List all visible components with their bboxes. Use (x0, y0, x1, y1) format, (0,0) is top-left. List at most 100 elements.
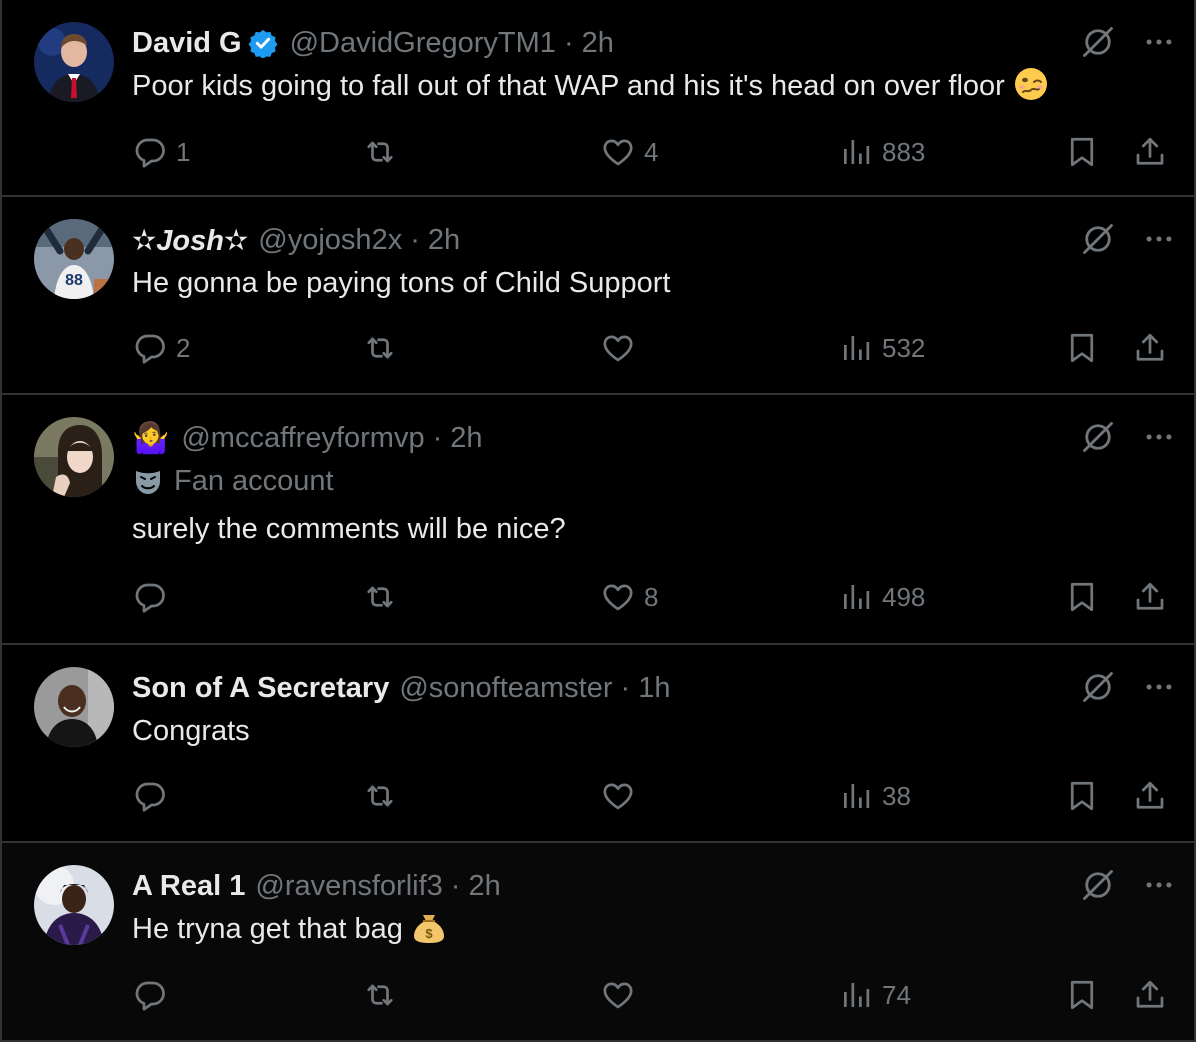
retweet-icon (362, 330, 398, 366)
like-button[interactable]: 4 (600, 130, 658, 174)
handle[interactable]: @ravensforlif3 (255, 870, 442, 903)
more-options-icon[interactable] (1142, 868, 1176, 902)
like-button[interactable]: 8 (600, 575, 658, 619)
bookmark-icon (1064, 977, 1100, 1013)
views-chart-icon (838, 977, 874, 1013)
like-button[interactable] (600, 774, 644, 818)
retweet-icon (362, 778, 398, 814)
handle[interactable]: @mccaffreyformvp (181, 422, 424, 455)
heart-icon (600, 778, 636, 814)
timestamp[interactable]: 2h (582, 27, 614, 60)
tweet-top-icons (1080, 24, 1176, 60)
tweet[interactable]: 88 ✫Josh✫ @yojosh2x · 2h He gonna be pay… (2, 197, 1194, 395)
avatar[interactable] (34, 667, 114, 747)
tweet[interactable]: David G @DavidGregoryTM1 · 2h Poor kids … (2, 0, 1194, 197)
reply-count: 2 (176, 332, 191, 363)
bookmark-button[interactable] (1064, 575, 1100, 619)
retweet-button[interactable] (362, 130, 406, 174)
like-button[interactable] (600, 973, 644, 1017)
share-button[interactable] (1132, 326, 1168, 370)
reply-button[interactable] (132, 575, 176, 619)
avatar[interactable] (34, 865, 114, 945)
grok-icon[interactable] (1080, 669, 1116, 705)
tweet-top-icons (1080, 669, 1176, 705)
grok-icon[interactable] (1080, 24, 1116, 60)
tweet-text: Poor kids going to fall out of that WAP … (132, 64, 1170, 108)
display-name[interactable]: 🤷‍♀️ (132, 421, 169, 456)
reply-button[interactable]: 1 (132, 130, 190, 174)
tweet-actions: 38 (132, 774, 1170, 818)
display-name[interactable]: A Real 1 (132, 870, 245, 903)
tweet-actions: 74 (132, 973, 1170, 1017)
retweet-button[interactable] (362, 575, 406, 619)
separator: · (410, 223, 420, 256)
separator: · (563, 26, 574, 59)
fan-account-label: Fan account (174, 464, 334, 497)
svg-text:88: 88 (65, 272, 83, 289)
avatar[interactable]: 88 (34, 219, 114, 299)
more-options-icon[interactable] (1142, 670, 1176, 704)
tweet-header: 🤷‍♀️ @mccaffreyformvp · 2h (132, 419, 1170, 457)
more-options-icon[interactable] (1142, 420, 1176, 454)
retweet-button[interactable] (362, 973, 406, 1017)
bookmark-icon (1064, 330, 1100, 366)
avatar[interactable] (34, 22, 114, 102)
like-button[interactable] (600, 326, 644, 370)
timestamp[interactable]: 2h (450, 422, 482, 455)
tweet[interactable]: Son of A Secretary @sonofteamster · 1h C… (2, 645, 1194, 843)
grok-icon[interactable] (1080, 221, 1116, 257)
share-button[interactable] (1132, 130, 1168, 174)
money-bag-emoji-icon: $ (413, 915, 444, 943)
share-icon (1132, 778, 1168, 814)
views-button[interactable]: 38 (838, 774, 911, 818)
reply-button[interactable]: 2 (132, 326, 190, 370)
display-name[interactable]: ✫Josh✫ (132, 223, 248, 258)
display-name[interactable]: David G (132, 27, 242, 60)
woozy-face-emoji-icon (1014, 68, 1047, 100)
share-button[interactable] (1132, 575, 1168, 619)
grok-icon[interactable] (1080, 419, 1116, 455)
bookmark-icon (1064, 134, 1100, 170)
reply-icon (132, 134, 168, 170)
bookmark-button[interactable] (1064, 130, 1100, 174)
timestamp[interactable]: 2h (428, 224, 460, 257)
tweet[interactable]: A Real 1 @ravensforlif3 · 2h He tryna ge… (2, 843, 1194, 1042)
tweet-text: Congrats (132, 715, 250, 747)
view-count: 532 (882, 332, 926, 363)
views-button[interactable]: 74 (838, 973, 911, 1017)
bookmark-button[interactable] (1064, 326, 1100, 370)
grok-icon[interactable] (1080, 867, 1116, 903)
views-button[interactable]: 498 (838, 575, 925, 619)
avatar[interactable] (34, 417, 114, 497)
verified-badge-icon[interactable] (248, 28, 278, 58)
handle[interactable]: @DavidGregoryTM1 (290, 27, 556, 60)
display-name[interactable]: Son of A Secretary (132, 672, 389, 705)
separator: · (432, 421, 443, 454)
views-button[interactable]: 883 (838, 130, 925, 174)
more-options-icon[interactable] (1142, 222, 1176, 256)
tweet-actions: 8 498 (132, 575, 1170, 619)
share-icon (1132, 579, 1168, 615)
share-button[interactable] (1132, 774, 1168, 818)
tweet-header: ✫Josh✫ @yojosh2x · 2h (132, 221, 1170, 259)
share-icon (1132, 134, 1168, 170)
tweet-actions: 2 532 (132, 326, 1170, 370)
reply-button[interactable] (132, 973, 176, 1017)
more-options-icon[interactable] (1142, 25, 1176, 59)
tweet-text: He gonna be paying tons of Child Support (132, 267, 671, 299)
tweet[interactable]: 🤷‍♀️ @mccaffreyformvp · 2h Fan account s… (2, 395, 1194, 645)
handle[interactable]: @sonofteamster (399, 672, 612, 705)
bookmark-button[interactable] (1064, 973, 1100, 1017)
retweet-button[interactable] (362, 326, 406, 370)
reply-button[interactable] (132, 774, 176, 818)
tweet-text: surely the comments will be nice? (132, 513, 566, 545)
views-button[interactable]: 532 (838, 326, 925, 370)
retweet-icon (362, 579, 398, 615)
share-button[interactable] (1132, 973, 1168, 1017)
views-chart-icon (838, 778, 874, 814)
retweet-button[interactable] (362, 774, 406, 818)
timestamp[interactable]: 2h (468, 870, 500, 903)
timestamp[interactable]: 1h (638, 672, 670, 705)
bookmark-button[interactable] (1064, 774, 1100, 818)
handle[interactable]: @yojosh2x (258, 224, 402, 257)
